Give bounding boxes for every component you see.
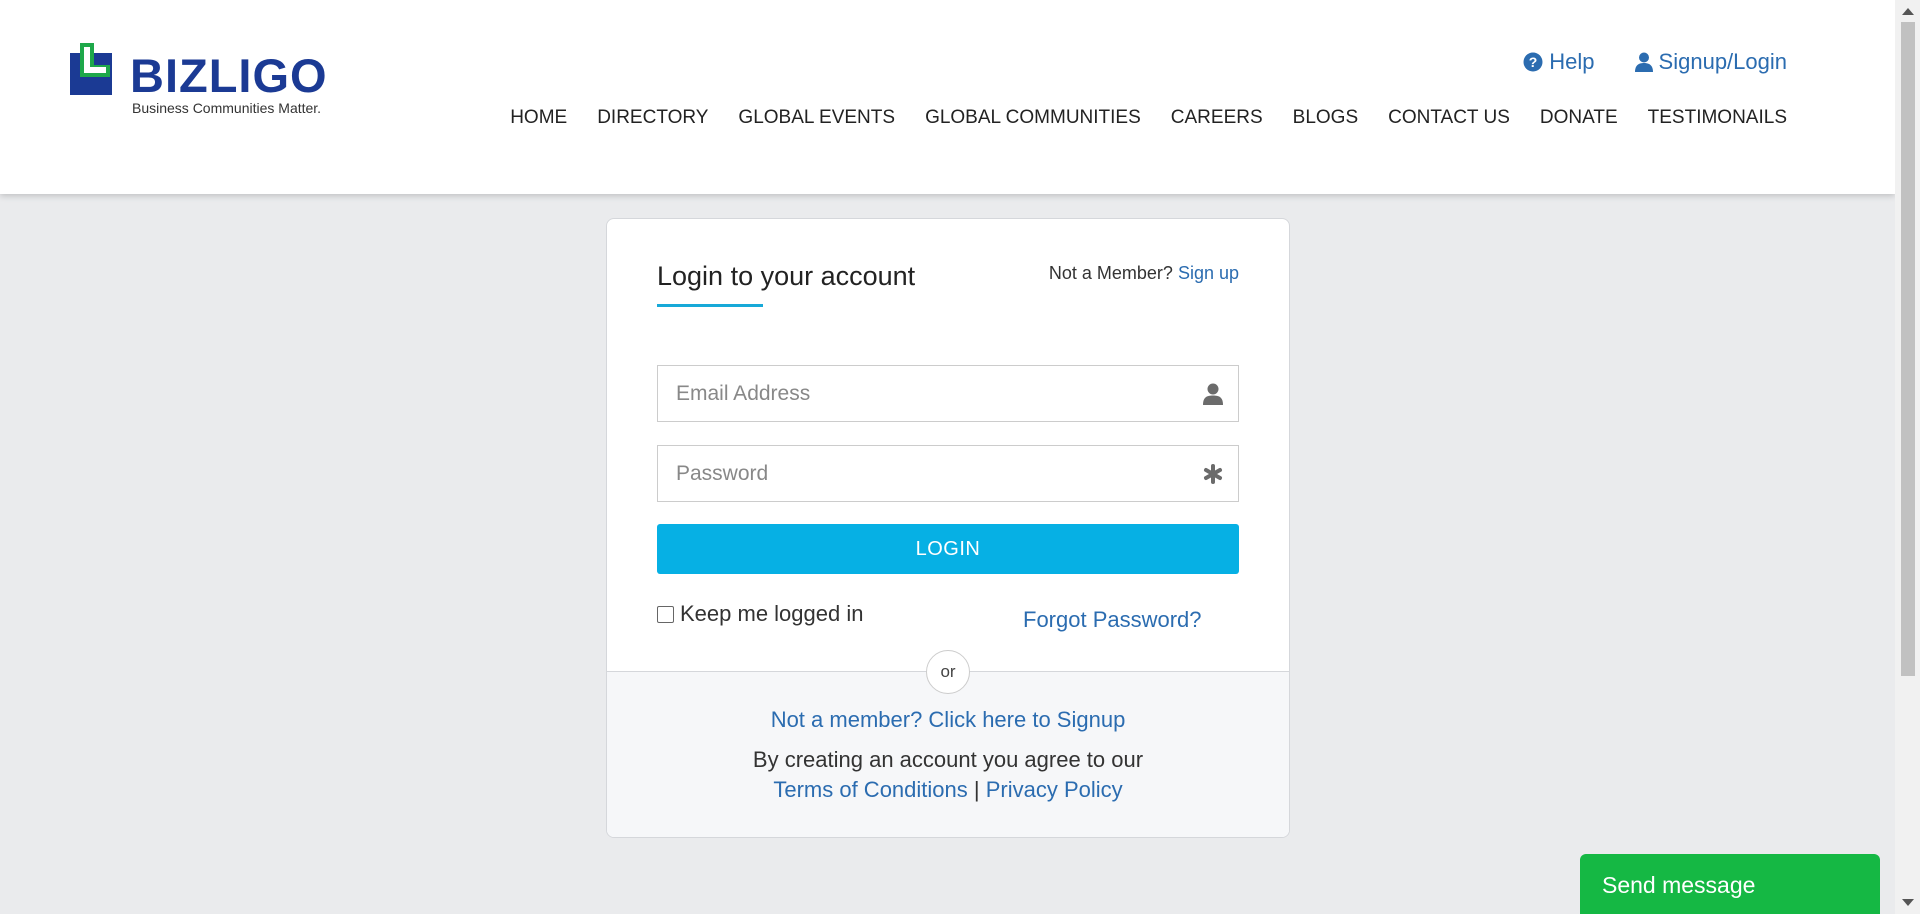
login-title: Login to your account <box>657 261 916 291</box>
scroll-down-arrow-icon[interactable] <box>1902 899 1914 906</box>
forgot-password-link[interactable]: Forgot Password? <box>1023 607 1202 633</box>
user-icon <box>1188 383 1238 405</box>
not-member-prompt: Not a Member? Sign up <box>1049 263 1239 284</box>
email-field-wrapper <box>657 365 1239 422</box>
svg-text:?: ? <box>1529 54 1538 70</box>
nav-item-global-communities[interactable]: GLOBAL COMMUNITIES <box>925 107 1141 129</box>
signup-login-label: Signup/Login <box>1658 49 1787 74</box>
asterisk-icon <box>1188 463 1238 484</box>
nav-item-directory[interactable]: DIRECTORY <box>597 107 708 129</box>
nav-item-donate[interactable]: DONATE <box>1540 107 1618 129</box>
title-underline <box>657 304 763 307</box>
send-message-button[interactable]: Send message <box>1580 854 1880 914</box>
email-input[interactable] <box>658 366 1188 421</box>
login-button[interactable]: LOGIN <box>657 524 1239 574</box>
legal-separator: | <box>973 777 980 802</box>
logo-mark-icon <box>70 43 112 95</box>
not-member-text: Not a Member? <box>1048 263 1173 283</box>
privacy-policy-link[interactable]: Privacy Policy <box>986 777 1123 802</box>
password-field-wrapper <box>657 445 1239 502</box>
scroll-thumb[interactable] <box>1901 22 1915 676</box>
scroll-up-arrow-icon[interactable] <box>1902 8 1914 15</box>
question-circle-icon: ? <box>1523 52 1543 72</box>
top-links: ? Help Signup/Login <box>1523 49 1787 75</box>
or-divider: or <box>926 650 970 694</box>
nav-item-global-events[interactable]: GLOBAL EVENTS <box>738 107 895 129</box>
keep-logged-in[interactable]: Keep me logged in <box>657 601 863 627</box>
password-input[interactable] <box>658 446 1188 501</box>
nav-item-home[interactable]: HOME <box>510 107 567 129</box>
nav-item-careers[interactable]: CAREERS <box>1171 107 1263 129</box>
main-nav: HOME DIRECTORY GLOBAL EVENTS GLOBAL COMM… <box>510 107 1787 129</box>
nav-item-contact-us[interactable]: CONTACT US <box>1388 107 1510 129</box>
page-scrollbar[interactable] <box>1895 0 1920 914</box>
logo-text: BIZLIGO <box>130 49 328 102</box>
nav-item-testimonials[interactable]: TESTIMONAILS <box>1648 107 1787 129</box>
terms-link[interactable]: Terms of Conditions <box>773 777 967 802</box>
nav-item-blogs[interactable]: BLOGS <box>1293 107 1358 129</box>
sign-up-link[interactable]: Sign up <box>1178 263 1239 283</box>
bizligo-logo[interactable]: BIZLIGO Business Communities Matter. <box>70 43 340 121</box>
signup-prompt-link[interactable]: Not a member? Click here to Signup <box>607 707 1289 733</box>
agree-text: By creating an account you agree to our <box>752 747 1144 772</box>
login-card: Login to your account Not a Member? Sign… <box>606 218 1290 838</box>
keep-logged-in-label: Keep me logged in <box>680 601 864 626</box>
site-header: BIZLIGO Business Communities Matter. ? H… <box>0 0 1895 194</box>
help-label: Help <box>1549 49 1595 74</box>
user-icon <box>1634 52 1653 72</box>
logo-tagline: Business Communities Matter. <box>132 100 322 116</box>
signup-login-link[interactable]: Signup/Login <box>1634 49 1787 75</box>
keep-logged-in-checkbox[interactable] <box>657 605 674 623</box>
help-link[interactable]: ? Help <box>1523 49 1595 75</box>
legal-links: Terms of Conditions | Privacy Policy <box>607 777 1289 803</box>
